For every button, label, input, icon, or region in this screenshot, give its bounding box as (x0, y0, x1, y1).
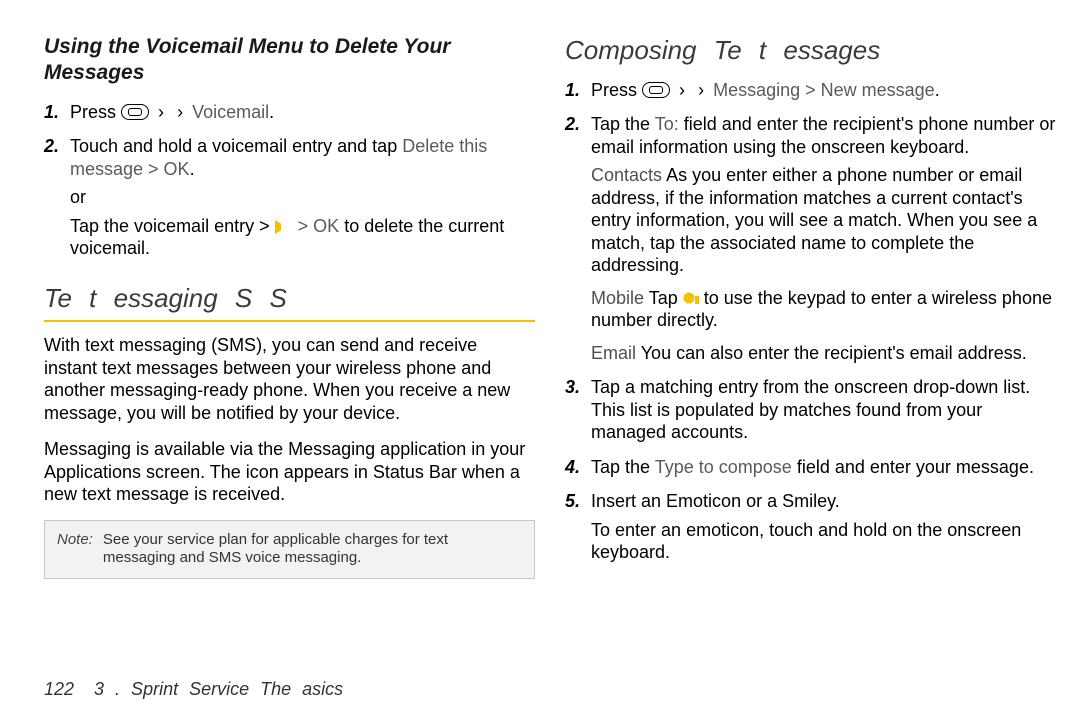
right-column: Composing Te t essages 1. Press › › Mess… (565, 34, 1056, 660)
or-divider: or (70, 186, 535, 209)
step-number: 1. (565, 79, 580, 102)
step-2: 2. Touch and hold a voicemail entry and … (66, 135, 535, 260)
tip-label: Email (591, 343, 636, 363)
footer-section-title: 3 . Sprint Service The asics (94, 678, 343, 701)
path-separator: › (694, 80, 708, 100)
step-text: Tap the (591, 114, 655, 134)
step-alt-text: Tap the voicemail entry > (70, 216, 270, 236)
step-1: 1. Press › › Voicemail. (66, 101, 535, 124)
compose-steps: 1. Press › › Messaging > New message. 2.… (565, 79, 1056, 564)
tip-mobile: Mobile Tap to use the keypad to enter a … (591, 287, 1056, 332)
field-name: To: (655, 114, 679, 134)
note-label: Note: (57, 531, 93, 569)
menu-path: Voicemail (192, 102, 269, 122)
step-number: 2. (565, 113, 580, 136)
step-2: 2. Tap the To: field and enter the recip… (587, 113, 1056, 364)
tip-text: Tap (649, 288, 683, 308)
delete-flag-icon (275, 220, 293, 234)
step-suffix: . (935, 80, 940, 100)
path-separator: › (675, 80, 689, 100)
menu-path: > OK (298, 216, 340, 236)
left-subheading: Using the Voicemail Menu to Delete Your … (44, 34, 535, 87)
path-separator: › (173, 102, 187, 122)
step-text: Tap a matching entry from the onscreen d… (591, 377, 1030, 442)
page-footer: 122 3 . Sprint Service The asics (44, 660, 1056, 701)
step-number: 2. (44, 135, 59, 158)
left-column: Using the Voicemail Menu to Delete Your … (44, 34, 535, 660)
tip-label: Contacts (591, 165, 662, 185)
step-suffix: . (269, 102, 274, 122)
home-key-icon (121, 104, 149, 120)
step-number: 4. (565, 456, 580, 479)
step-suffix: . (190, 159, 195, 179)
addressing-tips: Contacts As you enter either a phone num… (591, 164, 1056, 364)
step-5: 5. Insert an Emoticon or a Smiley. To en… (587, 490, 1056, 564)
step-number: 3. (565, 376, 580, 399)
content-columns: Using the Voicemail Menu to Delete Your … (44, 34, 1056, 660)
voicemail-delete-steps: 1. Press › › Voicemail. 2. Touch and hol… (44, 101, 535, 260)
step-text: Press (591, 80, 637, 100)
sms-intro-paragraph-2: Messaging is available via the Messaging… (44, 438, 535, 506)
keypad-icon (683, 292, 699, 306)
step-text: Insert an Emoticon or a Smiley. (591, 491, 840, 511)
path-separator: › (154, 102, 168, 122)
note-box: Note: See your service plan for applicab… (44, 520, 535, 580)
heading-underline (44, 320, 535, 322)
step-text: Touch and hold a voicemail entry and tap (70, 136, 397, 156)
step-text: field and enter your message. (792, 457, 1034, 477)
field-name: Type to compose (655, 457, 792, 477)
tip-contacts: Contacts As you enter either a phone num… (591, 164, 1056, 277)
section-heading-sms: Te t essaging S S (44, 282, 535, 315)
step-5-sub: To enter an emoticon, touch and hold on … (591, 519, 1056, 564)
step-number: 1. (44, 101, 59, 124)
home-key-icon (642, 82, 670, 98)
step-4: 4. Tap the Type to compose field and ent… (587, 456, 1056, 479)
step-1: 1. Press › › Messaging > New message. (587, 79, 1056, 102)
menu-path: Messaging > New message (713, 80, 935, 100)
tip-text: You can also enter the recipient's email… (641, 343, 1027, 363)
tip-email: Email You can also enter the recipient's… (591, 342, 1056, 365)
section-heading-compose: Composing Te t essages (565, 34, 1056, 67)
sms-intro-paragraph-1: With text messaging (SMS), you can send … (44, 334, 535, 424)
step-text: Tap the (591, 457, 655, 477)
step-text: Press (70, 102, 116, 122)
manual-page: Using the Voicemail Menu to Delete Your … (0, 0, 1080, 720)
tip-label: Mobile (591, 288, 644, 308)
page-number: 122 (44, 678, 74, 701)
step-number: 5. (565, 490, 580, 513)
note-text: See your service plan for applicable cha… (103, 531, 522, 569)
step-3: 3. Tap a matching entry from the onscree… (587, 376, 1056, 444)
